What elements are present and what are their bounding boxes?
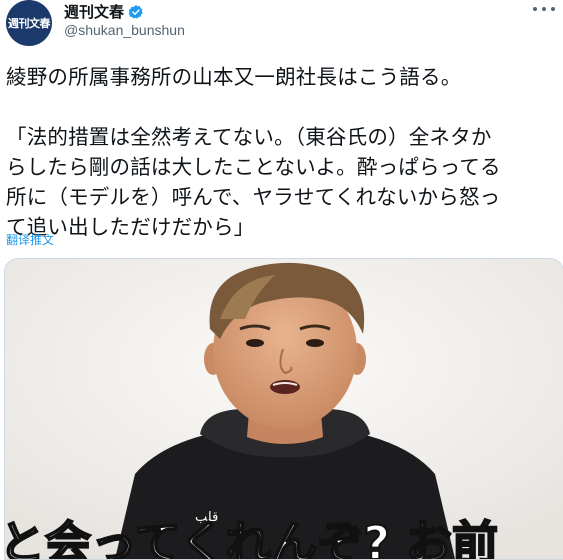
- author-handle[interactable]: @shukan_bunshun: [64, 22, 185, 38]
- author-name-row: 週刊文春: [64, 1, 144, 22]
- video-caption: と会ってくれんぞ? お前: [5, 516, 498, 559]
- verified-badge-icon: [128, 4, 143, 19]
- tweet-text: 綾野の所属事務所の山本又一朗社長はこう語る。 「法的措置は全然考えてない。（東谷…: [6, 65, 501, 239]
- author-display-name[interactable]: 週刊文春: [64, 1, 124, 22]
- avatar[interactable]: 週刊文春: [6, 0, 52, 46]
- tweet-card: 週刊文春 週刊文春 @shukan_bunshun 綾野の所属事務所の山本又一朗…: [0, 0, 563, 560]
- more-options-icon[interactable]: [533, 2, 555, 16]
- video-frame-illustration: قلب と会ってくれんぞ? お前: [5, 259, 563, 559]
- tweet-media-image[interactable]: قلب と会ってくれんぞ? お前: [4, 258, 563, 560]
- translate-tweet-link[interactable]: 翻译推文: [6, 231, 54, 248]
